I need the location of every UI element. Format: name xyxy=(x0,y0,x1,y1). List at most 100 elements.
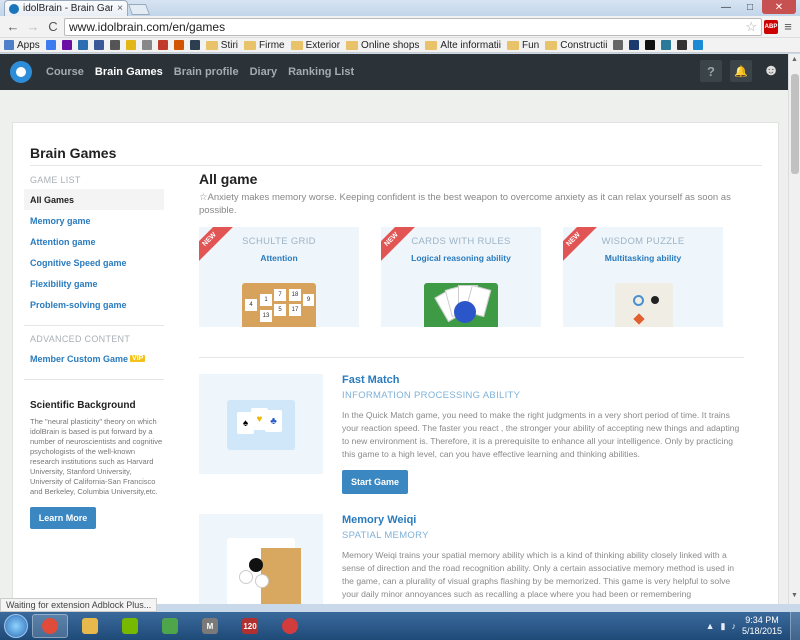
taskbar-app[interactable] xyxy=(112,614,148,638)
tray-network-icon[interactable]: ▮ xyxy=(721,621,726,632)
bookmark-item[interactable] xyxy=(173,40,184,50)
taskbar-app[interactable]: 120 xyxy=(232,614,268,638)
status-bubble: Waiting for extension Adblock Plus... xyxy=(0,598,158,612)
bookmark-item[interactable] xyxy=(141,40,152,50)
browser-toolbar: ← → C www.idolbrain.com/en/games ☆ ABP ≡ xyxy=(0,16,800,38)
new-tab-button[interactable] xyxy=(127,4,151,15)
address-bar[interactable]: www.idolbrain.com/en/games ☆ xyxy=(64,17,762,36)
bookmark-item[interactable]: Online shops xyxy=(346,40,419,51)
bookmark-item[interactable] xyxy=(77,40,88,50)
clock[interactable]: 9:34 PM 5/18/2015 xyxy=(742,615,782,637)
bookmark-item[interactable] xyxy=(693,40,704,50)
notification-bell-icon[interactable]: 🔔 xyxy=(730,60,752,82)
bookmark-label: Alte informatii xyxy=(440,39,501,51)
url-text[interactable]: www.idolbrain.com/en/games xyxy=(69,20,741,34)
sidebar-divider xyxy=(24,325,164,326)
back-button[interactable]: ← xyxy=(4,18,22,36)
bookmark-item[interactable]: Apps xyxy=(4,40,40,51)
scroll-down-icon[interactable]: ▼ xyxy=(791,592,798,599)
yahoo-icon xyxy=(61,40,72,50)
bookmark-item[interactable]: Firme xyxy=(244,40,285,51)
bookmark-item[interactable] xyxy=(45,40,56,50)
featured-card-cards-with-rules[interactable]: NEW CARDS WITH RULES Logical reasoning a… xyxy=(381,227,541,327)
chrome-menu-icon[interactable]: ≡ xyxy=(780,19,796,34)
tray-expand-icon[interactable]: ▲ xyxy=(706,621,715,631)
nav-brain-profile[interactable]: Brain profile xyxy=(174,66,239,78)
minimize-button[interactable]: — xyxy=(714,0,738,14)
club-card-icon: ♣ xyxy=(265,410,282,432)
bookmark-item[interactable] xyxy=(661,40,672,50)
nav-ranking-list[interactable]: Ranking List xyxy=(288,66,354,78)
scroll-up-icon[interactable]: ▲ xyxy=(791,56,798,63)
sidebar-item-attention-game[interactable]: Attention game xyxy=(24,231,164,252)
blue-circle-icon xyxy=(454,301,476,323)
bookmark-item[interactable] xyxy=(629,40,640,50)
grid-cell: 9 xyxy=(303,294,314,306)
idolbrain-logo-icon[interactable] xyxy=(10,61,32,83)
forward-button[interactable]: → xyxy=(24,18,42,36)
game-title[interactable]: Fast Match xyxy=(342,374,744,386)
taskbar-app[interactable]: M xyxy=(192,614,228,638)
tab-close-icon[interactable]: × xyxy=(117,3,123,14)
user-avatar-icon[interactable]: ☻ xyxy=(760,60,782,82)
sidebar-item-cognitive-speed-game[interactable]: Cognitive Speed game xyxy=(24,252,164,273)
bookmark-item[interactable]: Fun xyxy=(507,40,539,51)
bookmark-item[interactable] xyxy=(613,40,624,50)
page-viewport: Brain Games GAME LIST All Games Memory g… xyxy=(0,90,788,604)
nav-diary[interactable]: Diary xyxy=(250,66,278,78)
help-icon[interactable]: ? xyxy=(700,60,722,82)
bookmark-item[interactable] xyxy=(645,40,656,50)
close-window-button[interactable]: ✕ xyxy=(762,0,796,14)
maximize-button[interactable]: □ xyxy=(738,0,762,14)
tray-volume-icon[interactable]: ♪ xyxy=(731,621,736,631)
sidebar-item-problem-solving-game[interactable]: Problem-solving game xyxy=(24,294,164,315)
games-sidebar: GAME LIST All Games Memory game Attentio… xyxy=(24,175,164,529)
bookmark-item[interactable]: Alte informatii xyxy=(425,40,501,51)
start-button[interactable] xyxy=(4,614,28,638)
bookmark-item[interactable] xyxy=(109,40,120,50)
bookmark-item[interactable] xyxy=(157,40,168,50)
reload-button[interactable]: C xyxy=(44,18,62,36)
sidebar-item-all-games[interactable]: All Games xyxy=(24,189,164,210)
scroll-thumb[interactable] xyxy=(791,74,799,174)
bookmark-item[interactable] xyxy=(125,40,136,50)
grid-cell: 1 xyxy=(260,294,272,306)
featured-card-schulte-grid[interactable]: NEW SCHULTE GRID Attention 4 1 7 18 9 13… xyxy=(199,227,359,327)
sidebar-item-member-custom-game[interactable]: Member Custom Game VIP xyxy=(24,348,164,369)
google-icon xyxy=(45,40,56,50)
show-desktop-button[interactable] xyxy=(790,612,800,640)
bookmark-icon xyxy=(661,40,672,50)
bookmark-item[interactable] xyxy=(93,40,104,50)
bookmark-star-icon[interactable]: ☆ xyxy=(745,19,757,35)
nav-brain-games[interactable]: Brain Games xyxy=(95,66,163,78)
memory-weiqi-thumbnail[interactable] xyxy=(199,514,323,604)
featured-title: CARDS WITH RULES xyxy=(411,236,511,247)
folder-icon xyxy=(244,40,257,50)
fast-match-thumbnail[interactable]: ♠ ♥ ♣ xyxy=(199,374,323,474)
learn-more-button[interactable]: Learn More xyxy=(30,507,96,529)
bookmark-item[interactable]: Constructii xyxy=(545,40,607,51)
bookmark-item[interactable] xyxy=(677,40,688,50)
games-main: All game ☆Anxiety makes memory worse. Ke… xyxy=(199,171,759,604)
game-title[interactable]: Memory Weiqi xyxy=(342,514,744,526)
bookmark-label: Fun xyxy=(522,39,540,51)
start-game-button[interactable]: Start Game xyxy=(342,470,408,494)
taskbar-app[interactable] xyxy=(72,614,108,638)
bookmark-item[interactable] xyxy=(61,40,72,50)
bookmark-item[interactable]: Stiri xyxy=(205,40,238,51)
game-list-heading: GAME LIST xyxy=(30,175,81,185)
featured-card-wisdom-puzzle[interactable]: NEW WISDOM PUZZLE Multitasking ability xyxy=(563,227,723,327)
taskbar-app[interactable] xyxy=(152,614,188,638)
adblock-plus-icon[interactable]: ABP xyxy=(764,19,778,34)
taskbar-app[interactable] xyxy=(272,614,308,638)
bookmark-item[interactable]: Exterior xyxy=(290,40,340,51)
sidebar-item-memory-game[interactable]: Memory game xyxy=(24,210,164,231)
all-game-title: All game xyxy=(199,171,258,187)
bookmark-item[interactable] xyxy=(189,40,200,50)
taskbar-app[interactable] xyxy=(32,614,68,638)
page-scrollbar[interactable]: ▲ ▼ xyxy=(788,54,800,604)
sidebar-item-flexibility-game[interactable]: Flexibility game xyxy=(24,273,164,294)
browser-tab[interactable]: idolBrain - Brain Games & ... × xyxy=(4,0,128,16)
nav-course[interactable]: Course xyxy=(46,66,84,78)
facebook-icon xyxy=(93,40,104,50)
